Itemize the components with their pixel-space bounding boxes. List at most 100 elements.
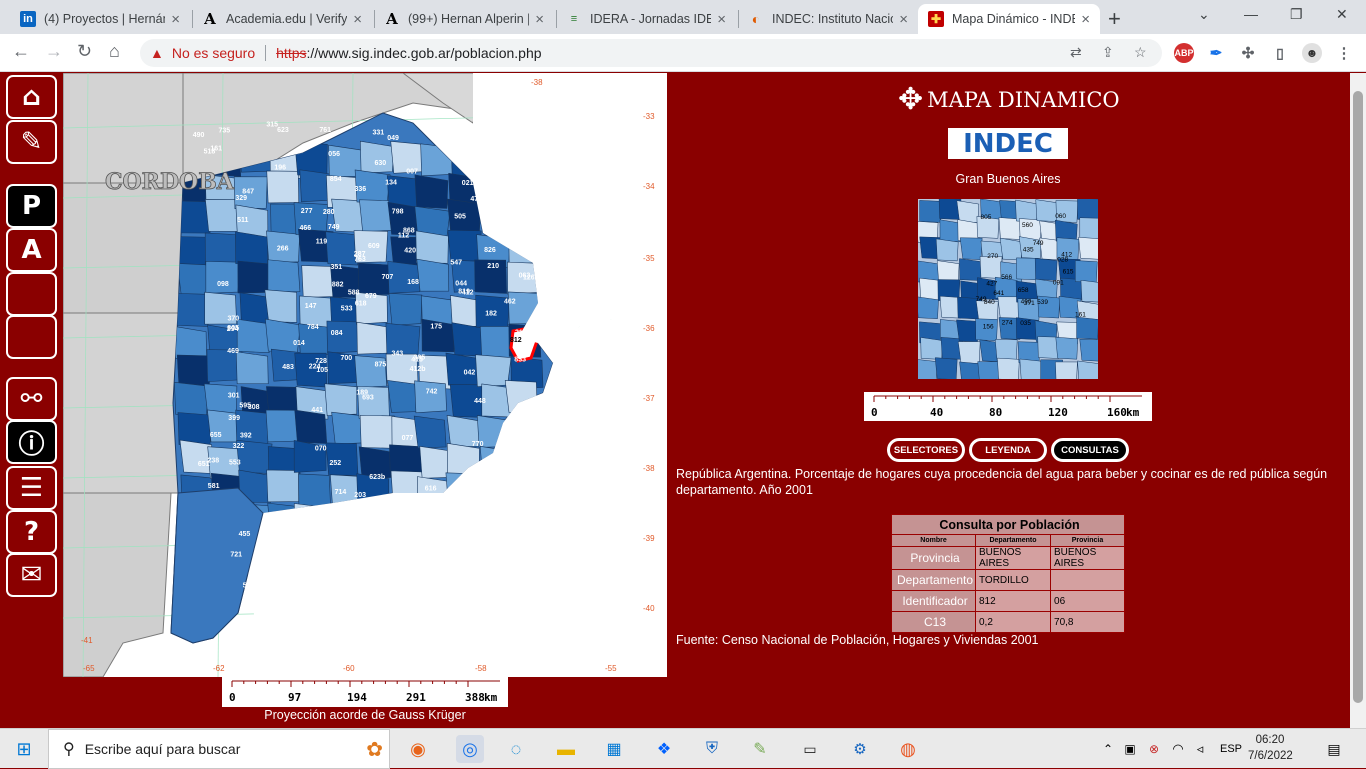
department-shape[interactable] (356, 321, 392, 355)
share-icon[interactable]: ⇪ (1102, 44, 1114, 61)
mini-department-shape[interactable] (957, 341, 981, 364)
browser-tab[interactable]: A Academia.edu | Verify × (192, 4, 372, 34)
new-tab-icon[interactable]: + (1108, 6, 1121, 32)
mini-department-shape[interactable] (1055, 336, 1079, 360)
sidepanel-icon[interactable]: ▯ (1270, 43, 1290, 63)
mini-map[interactable]: 749 805 749 615 156 412 060 840 560 641 371 161 539 4… (918, 199, 1098, 379)
notifications-icon[interactable]: ▤ (1322, 737, 1346, 761)
mini-department-shape[interactable] (1077, 199, 1098, 221)
department-shape[interactable] (267, 259, 301, 293)
extensions-icon[interactable]: ✣ (1238, 43, 1258, 63)
insecure-label[interactable]: No es seguro (172, 45, 255, 61)
network-error-icon[interactable]: ⊗ (1142, 737, 1166, 761)
consultas-button[interactable]: CONSULTAS (1051, 438, 1129, 462)
p-button[interactable]: P (6, 184, 57, 228)
edge-icon[interactable]: ◌ (504, 737, 528, 761)
paint-icon[interactable]: ✎ (748, 737, 772, 761)
mini-department-shape[interactable] (956, 319, 979, 343)
firefox-icon[interactable]: ◉ (406, 737, 430, 761)
department-shape[interactable] (205, 261, 241, 294)
mini-department-shape[interactable] (934, 357, 958, 379)
department-shape[interactable] (236, 318, 270, 353)
translate-icon[interactable]: ⇄ (1070, 44, 1082, 61)
map-canvas[interactable]: -33 -34 -35 -36 -37 -38 -39 -40 -41 -65 -62 -60 -58 -… (63, 73, 667, 677)
selectores-button[interactable]: SELECTORES (887, 438, 965, 462)
mini-department-shape[interactable] (919, 200, 942, 223)
mini-department-shape[interactable] (1015, 199, 1038, 223)
home-button[interactable]: ⌂ (6, 75, 57, 119)
department-shape[interactable] (451, 322, 485, 357)
blank-button[interactable] (6, 315, 57, 359)
home-icon[interactable]: ⌂ (109, 41, 120, 62)
network-tool-icon[interactable]: ⚙ (848, 737, 872, 761)
mini-department-shape[interactable] (1055, 361, 1078, 379)
mini-department-shape[interactable] (920, 337, 943, 360)
ubuntu-icon[interactable]: ◍ (896, 737, 920, 761)
adblock-icon[interactable]: ABP (1174, 43, 1194, 63)
pen-extension-icon[interactable]: ✒ (1206, 43, 1226, 63)
department-shape[interactable] (414, 380, 447, 414)
department-shape[interactable] (298, 473, 331, 507)
tab-search-icon[interactable]: ⌄ (1198, 6, 1210, 23)
tab-close-icon[interactable]: × (353, 11, 362, 28)
mini-department-shape[interactable] (1019, 358, 1043, 379)
binoculars-button[interactable]: ⚯ (6, 377, 57, 421)
department-shape[interactable] (205, 198, 238, 232)
tab-close-icon[interactable]: × (171, 11, 180, 28)
camera-icon[interactable]: ▣ (1118, 737, 1142, 761)
mini-department-shape[interactable] (999, 237, 1023, 261)
browser-tab[interactable]: ≡ IDERA - Jornadas IDERA × (556, 4, 736, 34)
department-shape[interactable] (359, 140, 395, 174)
department-shape[interactable] (264, 289, 298, 323)
department-shape[interactable] (235, 231, 269, 265)
restore-icon[interactable]: ❐ (1290, 6, 1303, 23)
department-shape[interactable] (175, 293, 209, 327)
mini-department-shape[interactable] (935, 238, 959, 262)
windows-start-icon[interactable]: ⊞ (12, 737, 36, 761)
file-explorer-icon[interactable]: ▬ (554, 737, 578, 761)
department-shape[interactable] (294, 409, 328, 444)
address-bar[interactable]: ▲ No es seguro https://www.sig.indec.gob… (140, 39, 1162, 67)
edit-button[interactable]: ✎ (6, 120, 57, 164)
mini-department-shape[interactable] (1075, 260, 1098, 283)
chrome-icon[interactable]: ◎ (456, 735, 484, 763)
browser-tab[interactable]: in (4) Proyectos | Hernán × (10, 4, 190, 34)
tray-chevron-icon[interactable]: ⌃ (1096, 737, 1120, 761)
department-shape[interactable] (177, 412, 214, 445)
store-icon[interactable]: ▦ (602, 737, 626, 761)
taskbar-search[interactable]: ⚲ Escribe aquí para buscar ✿ (48, 729, 390, 769)
leyenda-button[interactable]: LEYENDA (969, 438, 1047, 462)
back-icon[interactable]: ← (12, 41, 30, 62)
taskbar-clock[interactable]: 06:20 7/6/2022 (1248, 732, 1293, 764)
department-shape[interactable] (415, 230, 449, 264)
tab-close-icon[interactable]: × (717, 11, 726, 28)
bookmark-star-icon[interactable]: ☆ (1134, 44, 1147, 61)
mini-department-shape[interactable] (956, 200, 980, 223)
department-shape[interactable] (414, 174, 449, 209)
department-shape[interactable] (176, 354, 212, 388)
profile-avatar-icon[interactable]: ☻ (1302, 43, 1322, 63)
language-indicator[interactable]: ESP (1216, 737, 1246, 761)
warning-icon[interactable]: ▲ (150, 45, 164, 61)
security-icon[interactable]: ⛨ (700, 737, 724, 761)
department-shape[interactable] (447, 229, 482, 263)
reload-icon[interactable]: ↻ (77, 41, 92, 62)
department-shape[interactable] (265, 318, 301, 353)
browser-tab[interactable]: A (99+) Hernan Alperin | × (374, 4, 554, 34)
department-shape[interactable] (416, 258, 450, 292)
browser-tab-active[interactable]: ✚ Mapa Dinámico - INDEC × (918, 4, 1100, 34)
mini-department-shape[interactable] (1079, 338, 1098, 362)
mini-department-shape[interactable] (997, 357, 1020, 379)
dropbox-icon[interactable]: ❖ (652, 737, 676, 761)
blank-button[interactable] (6, 272, 57, 316)
mini-department-shape[interactable] (1076, 316, 1098, 340)
close-window-icon[interactable]: ✕ (1336, 6, 1348, 23)
department-shape[interactable] (204, 232, 238, 266)
wifi-icon[interactable]: ◠ (1166, 737, 1190, 761)
department-shape[interactable] (420, 143, 453, 177)
department-shape[interactable] (235, 351, 269, 385)
menu-kebab-icon[interactable]: ⋮ (1334, 43, 1354, 63)
help-button[interactable]: ? (6, 510, 57, 554)
department-shape[interactable] (359, 415, 395, 449)
terminal-icon[interactable]: ▭ (798, 737, 822, 761)
